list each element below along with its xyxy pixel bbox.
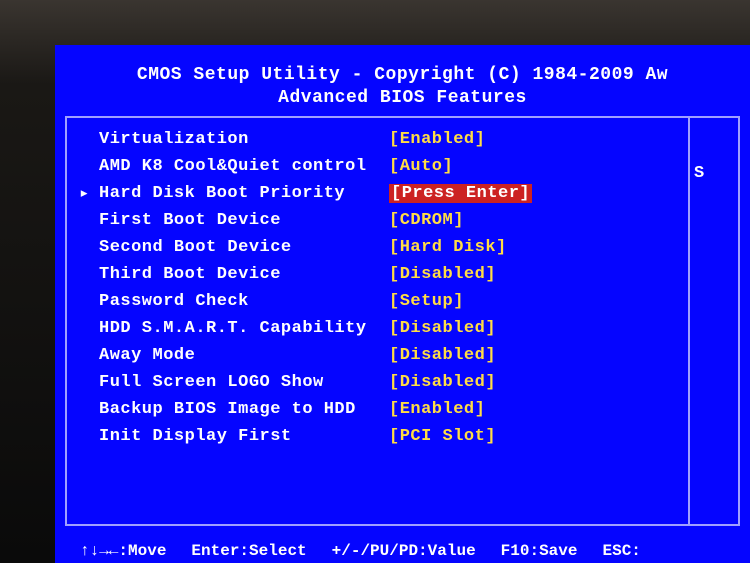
setting-label: First Boot Device bbox=[99, 211, 389, 230]
setting-value[interactable]: [Enabled] bbox=[389, 130, 485, 149]
setting-value[interactable]: [Hard Disk] bbox=[389, 238, 507, 257]
setting-value[interactable]: [Press Enter] bbox=[389, 184, 532, 203]
setting-row[interactable]: Backup BIOS Image to HDD[Enabled] bbox=[79, 396, 676, 423]
hint-exit: ESC: bbox=[602, 542, 640, 560]
setting-label: Init Display First bbox=[99, 427, 389, 446]
hint-move: ↑↓→←:Move bbox=[80, 542, 166, 560]
setting-row[interactable]: AMD K8 Cool&Quiet control[Auto] bbox=[79, 153, 676, 180]
bios-screen: CMOS Setup Utility - Copyright (C) 1984-… bbox=[55, 45, 750, 563]
setting-value[interactable]: [Disabled] bbox=[389, 319, 496, 338]
setting-label: AMD K8 Cool&Quiet control bbox=[99, 157, 389, 176]
setting-row[interactable]: HDD S.M.A.R.T. Capability[Disabled] bbox=[79, 315, 676, 342]
help-column: S bbox=[690, 118, 738, 524]
setting-value[interactable]: [PCI Slot] bbox=[389, 427, 496, 446]
setting-row[interactable]: Third Boot Device[Disabled] bbox=[79, 261, 676, 288]
setting-row[interactable]: Away Mode[Disabled] bbox=[79, 342, 676, 369]
setting-label: Password Check bbox=[99, 292, 389, 311]
setting-row[interactable]: ▸Hard Disk Boot Priority[Press Enter] bbox=[79, 180, 676, 207]
setting-label: Full Screen LOGO Show bbox=[99, 373, 389, 392]
setting-label: Backup BIOS Image to HDD bbox=[99, 400, 389, 419]
hint-select: Enter:Select bbox=[191, 542, 306, 560]
hint-value: +/-/PU/PD:Value bbox=[332, 542, 476, 560]
setting-row[interactable]: First Boot Device[CDROM] bbox=[79, 207, 676, 234]
setting-row[interactable]: Full Screen LOGO Show[Disabled] bbox=[79, 369, 676, 396]
setting-row[interactable]: Virtualization[Enabled] bbox=[79, 126, 676, 153]
footer-hints: ↑↓→←:Move Enter:Select +/-/PU/PD:Value F… bbox=[65, 539, 740, 563]
setting-label: HDD S.M.A.R.T. Capability bbox=[99, 319, 389, 338]
setting-label: Hard Disk Boot Priority bbox=[99, 184, 389, 203]
setting-label: Away Mode bbox=[99, 346, 389, 365]
setting-value[interactable]: [CDROM] bbox=[389, 211, 464, 230]
bios-title: CMOS Setup Utility - Copyright (C) 1984-… bbox=[65, 65, 740, 85]
setting-row[interactable]: Second Boot Device[Hard Disk] bbox=[79, 234, 676, 261]
setting-value[interactable]: [Disabled] bbox=[389, 265, 496, 284]
bios-panel: Virtualization[Enabled]AMD K8 Cool&Quiet… bbox=[65, 116, 740, 526]
hint-save: F10:Save bbox=[501, 542, 578, 560]
help-text: S bbox=[694, 164, 704, 183]
selection-indicator-icon: ▸ bbox=[79, 183, 99, 204]
setting-value[interactable]: [Setup] bbox=[389, 292, 464, 311]
setting-value[interactable]: [Disabled] bbox=[389, 346, 496, 365]
setting-row[interactable]: Password Check[Setup] bbox=[79, 288, 676, 315]
setting-label: Virtualization bbox=[99, 130, 389, 149]
setting-row[interactable]: Init Display First[PCI Slot] bbox=[79, 423, 676, 450]
bios-subtitle: Advanced BIOS Features bbox=[65, 88, 740, 108]
setting-label: Second Boot Device bbox=[99, 238, 389, 257]
setting-value[interactable]: [Disabled] bbox=[389, 373, 496, 392]
setting-label: Third Boot Device bbox=[99, 265, 389, 284]
setting-value[interactable]: [Auto] bbox=[389, 157, 453, 176]
setting-value[interactable]: [Enabled] bbox=[389, 400, 485, 419]
settings-list[interactable]: Virtualization[Enabled]AMD K8 Cool&Quiet… bbox=[67, 118, 690, 524]
